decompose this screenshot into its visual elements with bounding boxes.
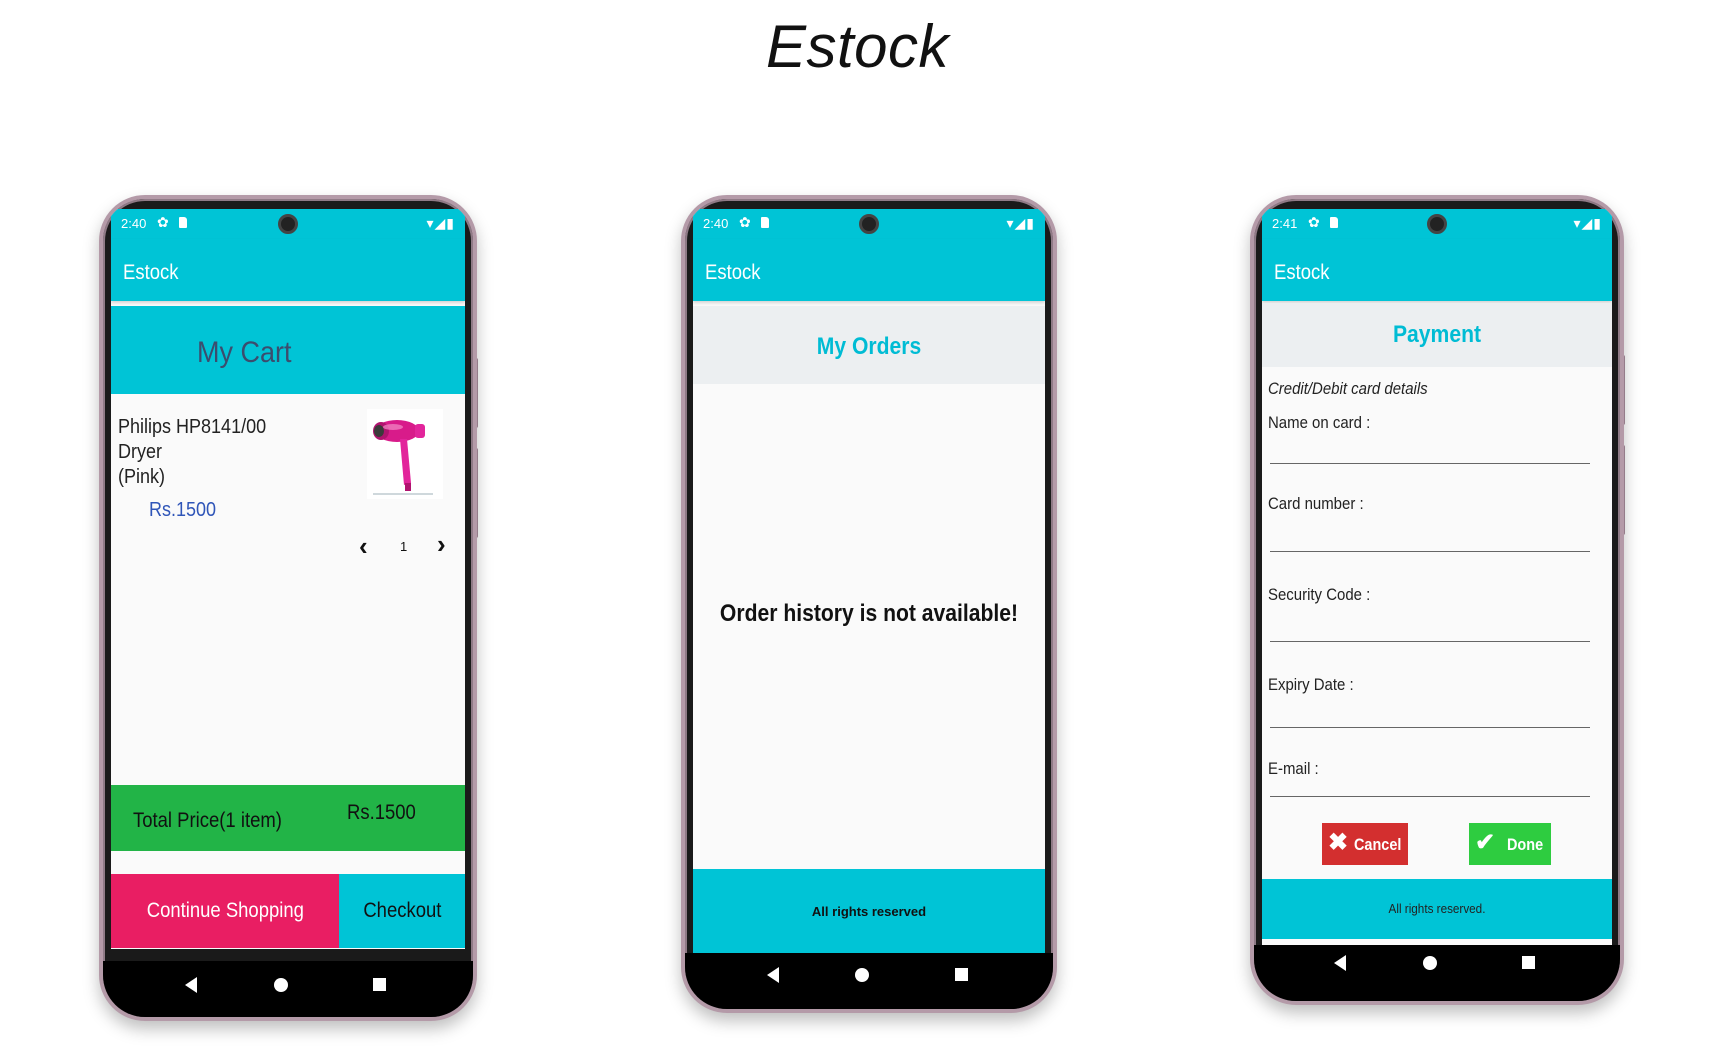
back-nav-icon[interactable] [767,967,779,983]
card-number-input[interactable] [1270,515,1590,543]
product-name-line1: Philips HP8141/00 Dryer [118,416,267,463]
app-name: Estock [705,261,761,284]
done-label: Done [1507,835,1544,854]
recents-nav-icon[interactable] [373,978,386,991]
security-code-underline [1270,641,1590,642]
navigation-bar [685,953,1053,1009]
status-time: 2:41 [1272,216,1298,231]
front-camera-icon [278,214,298,234]
back-nav-icon[interactable] [1334,955,1346,971]
navigation-bar [1254,945,1620,1001]
card-number-underline [1270,551,1590,552]
footer-text: All rights reserved. [1388,901,1486,916]
settings-status-icon: ✿ [157,214,169,230]
card-number-label: Card number : [1268,494,1364,513]
app-bar: Estock [111,239,465,301]
checkmark-icon: ✔ [1475,829,1496,856]
recents-nav-icon[interactable] [955,968,968,981]
status-time: 2:40 [703,216,729,231]
phone-cart: 2:40 ✿ ▾◢▮ Estock My Cart Philips HP8141… [99,195,477,1021]
app-bar: Estock [1262,239,1612,301]
front-camera-icon [859,214,879,234]
sdcard-status-icon [179,217,187,228]
settings-status-icon: ✿ [739,214,751,230]
name-on-card-underline [1270,463,1590,464]
security-code-label: Security Code : [1268,585,1371,604]
expiry-date-label: Expiry Date : [1268,675,1354,694]
navigation-bar [103,961,473,1017]
cart-screen: 2:40 ✿ ▾◢▮ Estock My Cart Philips HP8141… [111,209,465,949]
empty-orders-message: Order history is not available! [719,600,1019,627]
sdcard-status-icon [761,217,769,228]
app-name: Estock [1274,261,1330,284]
phone-payment: 2:41 ✿ ▾◢▮ Estock Payment Credit/Debit c… [1250,195,1624,1005]
app-name: Estock [123,261,179,284]
expiry-date-input[interactable] [1270,695,1590,723]
name-on-card-label: Name on card : [1268,413,1371,432]
name-on-card-input[interactable] [1270,431,1590,459]
checkout-button[interactable]: Checkout [339,874,465,948]
orders-header: My Orders [693,306,1045,384]
product-price: Rs.1500 [149,499,217,521]
home-nav-icon[interactable] [274,978,288,992]
signal-battery-icon: ▾◢▮ [1573,215,1602,231]
orders-screen: 2:40 ✿ ▾◢▮ Estock My Orders Order histor… [693,209,1045,953]
quantity-increase-button[interactable]: › [437,529,446,560]
payment-title: Payment [1392,321,1482,348]
app-bar: Estock [693,239,1045,301]
payment-footer: All rights reserved. [1262,879,1612,939]
home-nav-icon[interactable] [855,968,869,982]
email-input[interactable] [1270,767,1590,795]
product-name[interactable]: Philips HP8141/00 Dryer (Pink) [118,415,307,490]
checkout-label: Checkout [362,899,442,922]
sdcard-status-icon [1330,217,1338,228]
expiry-date-underline [1270,727,1590,728]
front-camera-icon [1427,214,1447,234]
card-details-subtitle: Credit/Debit card details [1268,379,1428,398]
back-nav-icon[interactable] [185,977,197,993]
email-underline [1270,796,1590,797]
cart-title: My Cart [197,336,292,369]
home-nav-icon[interactable] [1423,956,1437,970]
total-price-bar: Total Price(1 item) Rs.1500 [111,785,465,851]
payment-header: Payment [1262,303,1612,367]
orders-title: My Orders [816,333,922,360]
signal-battery-icon: ▾◢▮ [1006,215,1035,231]
quantity-value: 1 [400,539,408,554]
footer-text: All rights reserved [811,904,927,919]
total-price-value: Rs.1500 [347,801,416,824]
settings-status-icon: ✿ [1308,214,1320,230]
hair-dryer-image[interactable] [367,409,443,499]
recents-nav-icon[interactable] [1522,956,1535,969]
total-price-label: Total Price(1 item) [133,809,282,832]
product-name-line2: (Pink) [118,466,166,488]
signal-battery-icon: ▾◢▮ [426,215,455,231]
close-icon: ✖ [1328,829,1349,856]
status-time: 2:40 [121,216,147,231]
quantity-decrease-button[interactable]: ‹ [359,531,368,562]
payment-screen: 2:41 ✿ ▾◢▮ Estock Payment Credit/Debit c… [1262,209,1612,945]
page-title: Estock [765,13,950,80]
continue-shopping-label: Continue Shopping [146,899,304,922]
orders-footer: All rights reserved [693,869,1045,953]
cancel-button[interactable]: ✖ Cancel [1322,823,1408,865]
cancel-label: Cancel [1354,835,1402,854]
cart-header: My Cart [111,306,465,394]
done-button[interactable]: ✔ Done [1469,823,1551,865]
security-code-input[interactable] [1270,607,1590,635]
continue-shopping-button[interactable]: Continue Shopping [111,874,339,948]
phone-orders: 2:40 ✿ ▾◢▮ Estock My Orders Order histor… [681,195,1057,1013]
